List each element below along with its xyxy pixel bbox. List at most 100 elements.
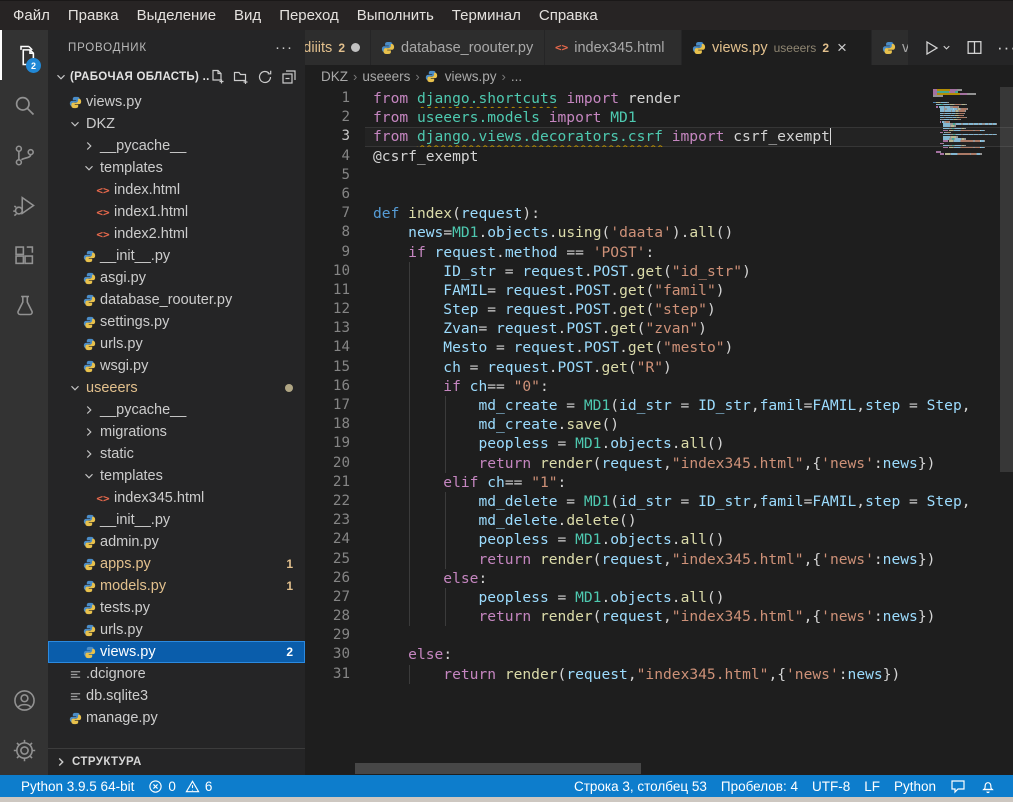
code-line-11[interactable]: 11 FAMIL= request.POST.get("famil") [305, 281, 1013, 300]
activity-run-debug[interactable] [0, 180, 48, 230]
code-line-19[interactable]: 19 peopless = MD1.objects.all() [305, 434, 1013, 453]
tree-item-apps.py[interactable]: apps.py1 [48, 553, 305, 575]
tree-folder-templates[interactable]: templates [48, 157, 305, 179]
tree-folder-useeers[interactable]: useeers [48, 377, 305, 399]
activity-source-control[interactable] [0, 130, 48, 180]
activity-search[interactable] [0, 80, 48, 130]
breadcrumb[interactable]: DKZ›useeers› views.py›... [305, 65, 1013, 87]
code-line-31[interactable]: 31 return render(request,"index345.html"… [305, 665, 1013, 684]
tree-folder-templates[interactable]: templates [48, 465, 305, 487]
code-line-4[interactable]: 4@csrf_exempt [305, 147, 1013, 166]
horizontal-scrollbar[interactable] [355, 763, 641, 774]
tab-index345.html[interactable]: <>index345.html [545, 30, 682, 65]
tree-item-urls.py[interactable]: urls.py [48, 333, 305, 355]
notifications-bell-icon[interactable] [973, 778, 1003, 794]
tree-item-db.sqlite3[interactable]: db.sqlite3 [48, 685, 305, 707]
activity-extensions[interactable] [0, 230, 48, 280]
tree-item-__init__.py[interactable]: __init__.py [48, 509, 305, 531]
refresh-icon[interactable] [257, 69, 273, 85]
code-line-2[interactable]: 2from useeers.models import MD1 [305, 108, 1013, 127]
tree-item-index.html[interactable]: <>index.html [48, 179, 305, 201]
tree-folder-__pycache__[interactable]: __pycache__ [48, 135, 305, 157]
breadcrumb-item[interactable]: useeers [362, 69, 410, 84]
code-line-9[interactable]: 9 if request.method == 'POST': [305, 243, 1013, 262]
tree-item-urls.py[interactable]: urls.py [48, 619, 305, 641]
tree-item-tests.py[interactable]: tests.py [48, 597, 305, 619]
tab-views.py[interactable]: views.pyuseeers2× [682, 30, 872, 65]
tree-item-wsgi.py[interactable]: wsgi.py [48, 355, 305, 377]
code-line-5[interactable]: 5 [305, 166, 1013, 185]
menu-Правка[interactable]: Правка [59, 3, 128, 28]
code-line-24[interactable]: 24 peopless = MD1.objects.all() [305, 530, 1013, 549]
minimap[interactable] [933, 89, 1000, 155]
code-line-8[interactable]: 8 news=MD1.objects.using('daata').all() [305, 223, 1013, 242]
code-line-10[interactable]: 10 ID_str = request.POST.get("id_str") [305, 262, 1013, 281]
menu-Справка[interactable]: Справка [530, 3, 607, 28]
feedback-icon[interactable] [943, 778, 973, 794]
activity-accounts[interactable] [0, 675, 48, 725]
eol-status[interactable]: LF [857, 779, 887, 794]
code-editor[interactable]: 1from django.shortcuts import render2fro… [305, 87, 1013, 775]
code-line-18[interactable]: 18 md_create.save() [305, 415, 1013, 434]
split-editor-icon[interactable] [966, 39, 983, 56]
outline-section-header[interactable]: СТРУКТУРА [48, 748, 305, 775]
code-line-25[interactable]: 25 return render(request,"index345.html"… [305, 550, 1013, 569]
new-file-icon[interactable] [209, 69, 225, 85]
indentation-status[interactable]: Пробелов: 4 [714, 779, 805, 794]
tree-item-views.py[interactable]: views.py2 [48, 641, 305, 663]
problems-status[interactable]: 0 6 [141, 779, 219, 794]
tree-item-__init__.py[interactable]: __init__.py [48, 245, 305, 267]
code-line-16[interactable]: 16 if ch== "0": [305, 377, 1013, 396]
code-line-20[interactable]: 20 return render(request,"index345.html"… [305, 454, 1013, 473]
tree-item-models.py[interactable]: models.py1 [48, 575, 305, 597]
breadcrumb-item[interactable]: DKZ [321, 69, 348, 84]
more-actions-icon[interactable]: ··· [997, 38, 1013, 58]
code-line-21[interactable]: 21 elif ch== "1": [305, 473, 1013, 492]
language-mode-status[interactable]: Python [887, 779, 943, 794]
menu-Терминал[interactable]: Терминал [443, 3, 530, 28]
sidebar-more-icon[interactable]: ··· [275, 39, 293, 56]
activity-explorer[interactable]: 2 [0, 30, 48, 80]
tree-folder-__pycache__[interactable]: __pycache__ [48, 399, 305, 421]
activity-settings[interactable] [0, 725, 48, 775]
code-line-6[interactable]: 6 [305, 185, 1013, 204]
code-line-3[interactable]: 3from django.views.decorators.csrf impor… [305, 127, 1013, 146]
tree-item-.dcignore[interactable]: .dcignore [48, 663, 305, 685]
menu-Выделение[interactable]: Выделение [128, 3, 225, 28]
close-icon[interactable]: × [837, 39, 847, 56]
code-line-1[interactable]: 1from django.shortcuts import render [305, 89, 1013, 108]
code-line-15[interactable]: 15 ch = request.POST.get("R") [305, 358, 1013, 377]
breadcrumb-item[interactable]: ... [511, 69, 522, 84]
tree-folder-static[interactable]: static [48, 443, 305, 465]
tree-item-database_roouter.py[interactable]: database_roouter.py [48, 289, 305, 311]
code-line-30[interactable]: 30 else: [305, 645, 1013, 664]
tree-item-index2.html[interactable]: <>index2.html [48, 223, 305, 245]
activity-testing[interactable] [0, 280, 48, 330]
code-line-7[interactable]: 7def index(request): [305, 204, 1013, 223]
code-line-27[interactable]: 27 peopless = MD1.objects.all() [305, 588, 1013, 607]
vertical-scrollbar[interactable] [1000, 87, 1013, 472]
code-line-28[interactable]: 28 return render(request,"index345.html"… [305, 607, 1013, 626]
tree-item-manage.py[interactable]: manage.py [48, 707, 305, 729]
tree-item-asgi.py[interactable]: asgi.py [48, 267, 305, 289]
code-line-29[interactable]: 29 [305, 626, 1013, 645]
code-line-12[interactable]: 12 Step = request.POST.get("step") [305, 300, 1013, 319]
tab-vie[interactable]: vie [872, 30, 909, 65]
collapse-all-icon[interactable] [281, 69, 297, 85]
tree-item-index345.html[interactable]: <>index345.html [48, 487, 305, 509]
tree-folder-migrations[interactable]: migrations [48, 421, 305, 443]
menu-Файл[interactable]: Файл [4, 3, 59, 28]
tree-folder-DKZ[interactable]: DKZ [48, 113, 305, 135]
code-line-22[interactable]: 22 md_delete = MD1(id_str = ID_str,famil… [305, 492, 1013, 511]
run-button[interactable] [921, 38, 952, 58]
workspace-section-header[interactable]: (РАБОЧАЯ ОБЛАСТЬ) ... [48, 65, 305, 89]
tab-diiits[interactable]: diiits2 [305, 30, 371, 65]
code-line-14[interactable]: 14 Mesto = request.POST.get("mesto") [305, 338, 1013, 357]
encoding-status[interactable]: UTF-8 [805, 779, 857, 794]
new-folder-icon[interactable] [233, 69, 249, 85]
code-line-23[interactable]: 23 md_delete.delete() [305, 511, 1013, 530]
breadcrumb-item[interactable]: views.py [445, 69, 497, 84]
tree-item-settings.py[interactable]: settings.py [48, 311, 305, 333]
cursor-position-status[interactable]: Строка 3, столбец 53 [567, 779, 714, 794]
menu-Вид[interactable]: Вид [225, 3, 270, 28]
